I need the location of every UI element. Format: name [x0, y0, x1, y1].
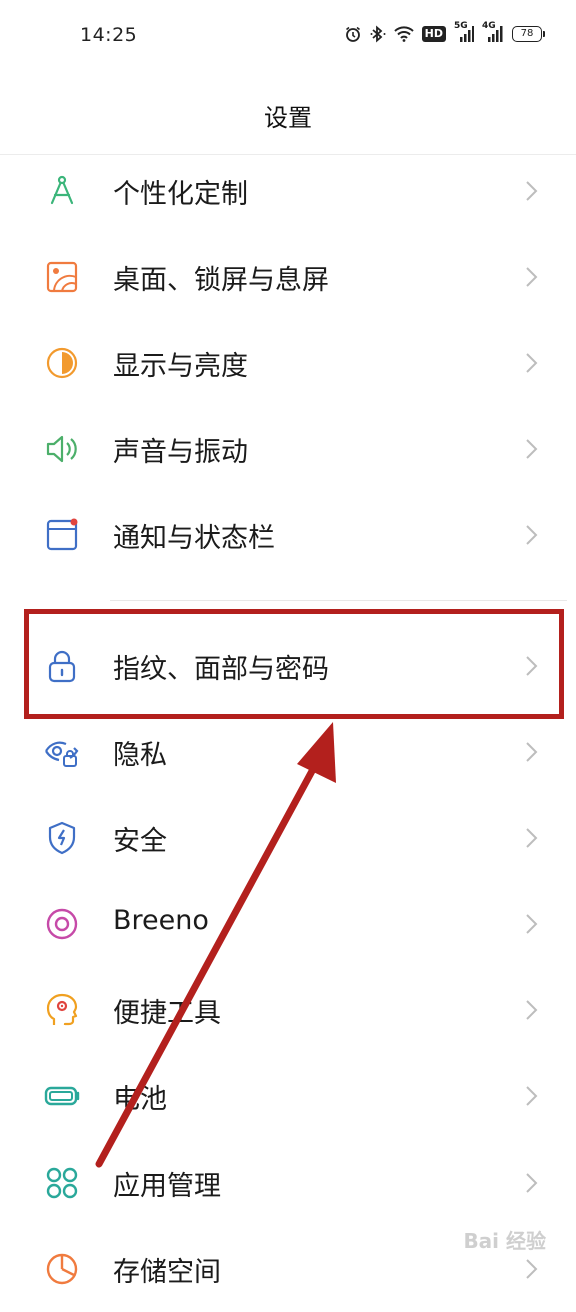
net2-label: 4G [482, 21, 496, 31]
settings-item-label: 显示与亮度 [113, 351, 248, 382]
status-time: 14:25 [80, 24, 138, 46]
status-icons: HD 5G 4G 78 [344, 21, 545, 43]
signal-4g-icon: 4G [482, 21, 504, 43]
speaker-icon [44, 431, 80, 467]
settings-item-battery[interactable]: 电池 [0, 1053, 576, 1139]
apps-icon [44, 1165, 80, 1201]
annotation-highlight-box [24, 609, 564, 719]
chevron-right-icon [522, 523, 540, 547]
settings-item-app-management[interactable]: 应用管理 [0, 1140, 576, 1226]
settings-item-security[interactable]: 安全 [0, 795, 576, 881]
chevron-right-icon [522, 912, 540, 936]
settings-item-label: 个性化定制 [113, 179, 248, 210]
settings-item-label: Breeno [113, 905, 209, 936]
chevron-right-icon [522, 1084, 540, 1108]
privacy-eye-icon [44, 734, 80, 770]
settings-item-label: 应用管理 [113, 1171, 221, 1202]
status-bar: 14:25 HD 5G 4G 78 [0, 0, 576, 72]
alarm-icon [344, 25, 362, 43]
battery-status-icon: 78 [512, 26, 545, 42]
settings-item-personalization[interactable]: 个性化定制 [0, 148, 576, 234]
section-divider [110, 600, 567, 601]
net1-label: 5G [454, 21, 468, 31]
settings-item-notification[interactable]: 通知与状态栏 [0, 492, 576, 578]
hd-icon: HD [421, 26, 446, 42]
head-icon [44, 992, 80, 1028]
header: 设置 [0, 72, 576, 155]
settings-item-wallpaper[interactable]: 桌面、锁屏与息屏 [0, 234, 576, 320]
wifi-icon [393, 26, 414, 42]
settings-item-label: 存储空间 [113, 1257, 221, 1288]
settings-item-label: 隐私 [113, 740, 167, 771]
storage-icon [44, 1251, 80, 1287]
settings-item-privacy[interactable]: 隐私 [0, 709, 576, 795]
settings-item-label: 安全 [113, 826, 167, 857]
chevron-right-icon [522, 826, 540, 850]
chevron-right-icon [522, 179, 540, 203]
battery-icon [44, 1078, 80, 1114]
chevron-right-icon [522, 1171, 540, 1195]
wallpaper-icon [44, 259, 80, 295]
settings-item-label: 电池 [113, 1084, 167, 1115]
chevron-right-icon [522, 265, 540, 289]
settings-item-label: 桌面、锁屏与息屏 [113, 265, 329, 296]
brightness-icon [44, 345, 80, 381]
chevron-right-icon [522, 998, 540, 1022]
chevron-right-icon [522, 437, 540, 461]
breeno-icon [44, 906, 80, 942]
bluetooth-icon [370, 25, 386, 43]
chevron-right-icon [522, 740, 540, 764]
notification-icon [44, 517, 80, 553]
signal-5g-icon: 5G [454, 21, 474, 43]
compass-icon [44, 173, 80, 209]
chevron-right-icon [522, 1257, 540, 1281]
chevron-right-icon [522, 351, 540, 375]
settings-item-shortcut-tools[interactable]: 便捷工具 [0, 967, 576, 1053]
shield-icon [44, 820, 80, 856]
settings-item-label: 便捷工具 [113, 998, 221, 1029]
watermark: Bai 经验 [463, 1229, 546, 1253]
page-title: 设置 [264, 104, 312, 132]
settings-item-sound[interactable]: 声音与振动 [0, 406, 576, 492]
settings-item-label: 通知与状态栏 [113, 523, 275, 554]
settings-item-label: 声音与振动 [113, 437, 248, 468]
settings-item-breeno[interactable]: Breeno [0, 881, 576, 967]
settings-item-display[interactable]: 显示与亮度 [0, 320, 576, 406]
